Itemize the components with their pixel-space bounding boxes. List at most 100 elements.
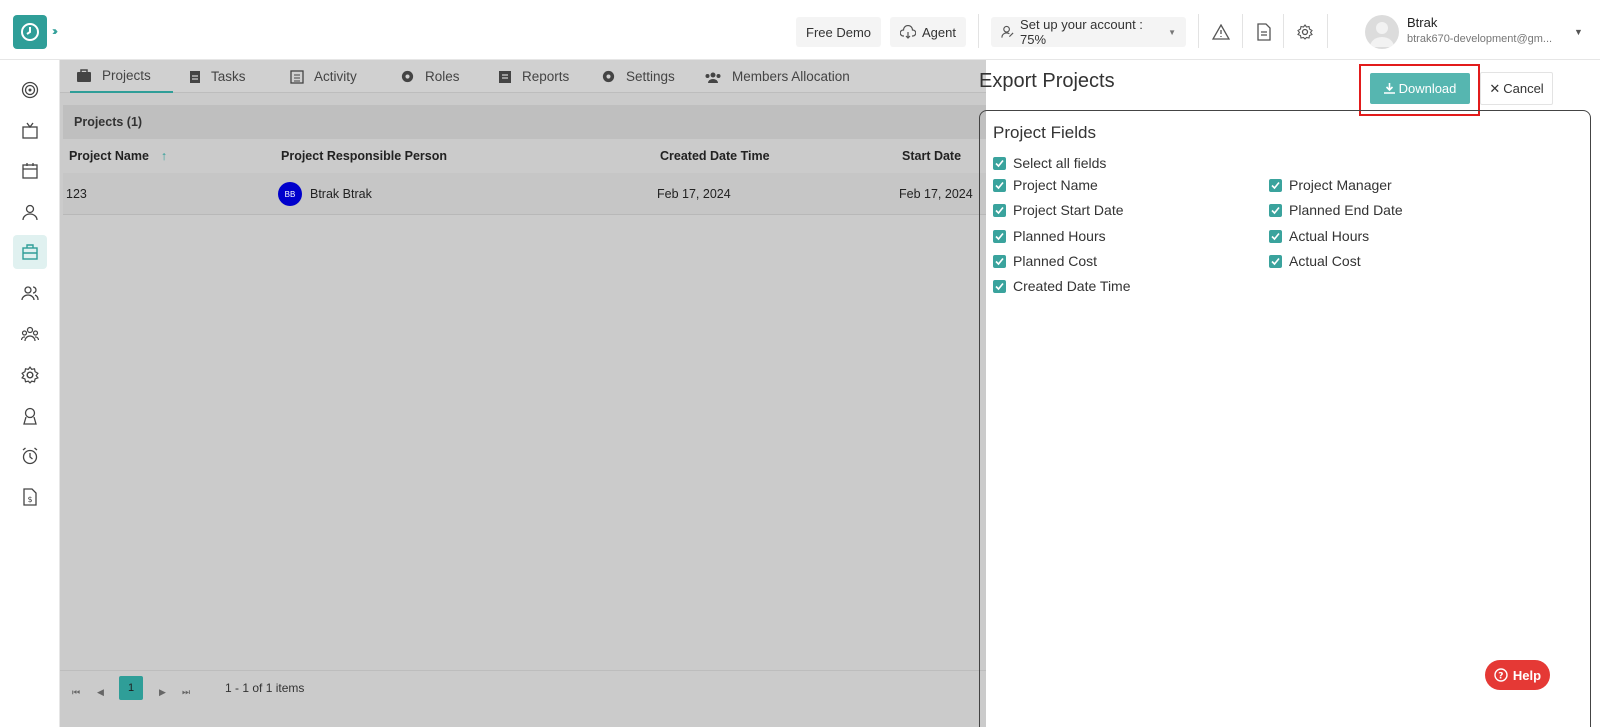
report-icon [498, 70, 512, 84]
cloud-download-icon [900, 25, 916, 39]
sidebar-item-tv[interactable] [13, 114, 47, 148]
check-icon [1269, 203, 1282, 217]
group-icon [21, 326, 39, 342]
page-title: Export Projects [979, 70, 1115, 92]
target-icon [21, 81, 39, 99]
checkbox-project-start-date[interactable]: Project Start Date [993, 202, 1124, 218]
setup-account-dropdown[interactable]: Set up your account : 75% ▼ [991, 17, 1186, 47]
checkbox-project-name[interactable]: Project Name [993, 177, 1098, 193]
check-icon [993, 254, 1006, 268]
column-start-date[interactable]: Start Date [902, 139, 961, 173]
last-page-icon[interactable]: ⏭ [182, 687, 190, 698]
expand-sidebar-icon[interactable]: ››› [52, 24, 58, 38]
sidebar-item-calendar[interactable] [13, 154, 47, 188]
avatar: BB [278, 182, 302, 206]
check-icon [993, 203, 1006, 217]
pager: ⏮ ◀ 1 ▶ ⏭ 1 - 1 of 1 items [60, 670, 986, 727]
checkbox-select-all[interactable]: Select all fields [993, 155, 1106, 171]
check-icon [993, 229, 1006, 243]
previous-page-icon[interactable]: ◀ [97, 687, 104, 698]
check-icon [1269, 229, 1282, 243]
sidebar-item-settings[interactable] [13, 358, 47, 392]
download-icon [1383, 83, 1395, 94]
next-page-icon[interactable]: ▶ [159, 687, 166, 698]
cancel-button[interactable]: ✕ Cancel [1480, 72, 1553, 105]
members-icon [704, 71, 722, 83]
table-row[interactable]: 123 BB Btrak Btrak Feb 17, 2024 Feb 17, … [63, 173, 986, 215]
tab-activity[interactable]: Activity [290, 60, 357, 93]
checkbox-actual-hours[interactable]: Actual Hours [1269, 228, 1369, 244]
avatar[interactable] [1365, 15, 1399, 49]
help-button[interactable]: ? Help [1485, 660, 1550, 690]
sidebar-item-badge[interactable] [13, 399, 47, 433]
checkbox-actual-cost[interactable]: Actual Cost [1269, 253, 1361, 269]
user-menu-caret-icon[interactable]: ▼ [1574, 27, 1583, 37]
sort-ascending-icon: ↑ [160, 149, 168, 163]
sidebar-item-groups[interactable] [13, 317, 47, 351]
cog-icon [400, 69, 415, 84]
sidebar-item-user[interactable] [13, 195, 47, 229]
sidebar-item-projects[interactable] [13, 235, 47, 269]
user-email: btrak670-development@gm... [1407, 33, 1553, 45]
cell-start-date: Feb 17, 2024 [899, 187, 973, 201]
sidebar-item-timer[interactable] [13, 439, 47, 473]
user-setup-icon [1001, 25, 1014, 38]
check-icon [1269, 178, 1282, 192]
checkbox-planned-hours[interactable]: Planned Hours [993, 228, 1106, 244]
checkbox-project-manager[interactable]: Project Manager [1269, 177, 1392, 193]
download-button[interactable]: Download [1370, 73, 1470, 104]
page-number-button[interactable]: 1 [119, 676, 143, 700]
sidebar-item-invoices[interactable]: $ [13, 480, 47, 514]
alarm-clock-icon [22, 447, 38, 465]
settings-cog-icon [601, 69, 616, 84]
sidebar-item-dashboard[interactable] [13, 73, 47, 107]
checkbox-created-date-time[interactable]: Created Date Time [993, 278, 1131, 294]
first-page-icon[interactable]: ⏮ [72, 687, 80, 698]
cell-responsible-person: BB Btrak Btrak [278, 173, 372, 215]
check-icon [993, 279, 1006, 293]
tab-tasks[interactable]: Tasks [189, 60, 246, 93]
invoice-icon: $ [23, 488, 37, 506]
tv-icon [22, 122, 38, 139]
free-demo-button[interactable]: Free Demo [796, 17, 882, 47]
tab-settings[interactable]: Settings [601, 60, 675, 93]
tab-projects[interactable]: Projects [70, 60, 173, 93]
column-responsible-person[interactable]: Project Responsible Person [281, 139, 447, 173]
list-icon [290, 69, 304, 84]
cell-project-name[interactable]: 123 [66, 173, 87, 215]
column-created-date[interactable]: Created Date Time [660, 139, 770, 173]
svg-text:?: ? [1498, 672, 1503, 682]
settings-gear-icon[interactable] [1295, 22, 1315, 42]
check-icon [1269, 254, 1282, 268]
users-icon [21, 286, 39, 301]
chevron-down-icon: ▼ [1168, 27, 1176, 37]
app-logo[interactable] [13, 15, 47, 49]
project-tabs: Projects Tasks Activity Roles Reports Se… [60, 60, 986, 93]
tab-roles[interactable]: Roles [400, 60, 460, 93]
briefcase-icon [22, 244, 38, 260]
check-icon [993, 178, 1006, 192]
projects-main-area: Projects Tasks Activity Roles Reports Se… [60, 60, 986, 727]
projects-grid: Projects (1) Project Name ↑ Project Resp… [63, 105, 986, 268]
grid-header: Projects (1) [63, 105, 986, 139]
calendar-icon [22, 163, 38, 179]
warning-icon[interactable] [1211, 22, 1231, 42]
checkbox-planned-cost[interactable]: Planned Cost [993, 253, 1097, 269]
user-name: Btrak [1407, 15, 1438, 30]
checkbox-planned-end-date[interactable]: Planned End Date [1269, 202, 1403, 218]
sidebar: $ [0, 60, 60, 727]
help-circle-icon: ? [1494, 668, 1508, 682]
document-icon[interactable] [1254, 22, 1274, 42]
sidebar-item-team[interactable] [13, 276, 47, 310]
tab-members-allocation[interactable]: Members Allocation [704, 60, 850, 93]
clipboard-icon [189, 69, 201, 84]
fields-title: Project Fields [993, 123, 1096, 142]
cell-created-date: Feb 17, 2024 [657, 187, 731, 201]
pager-summary: 1 - 1 of 1 items [225, 681, 305, 695]
agent-button[interactable]: Agent [890, 17, 966, 47]
column-project-name[interactable]: Project Name ↑ [69, 139, 167, 173]
gear-icon [21, 366, 39, 384]
svg-text:$: $ [28, 495, 33, 504]
tab-reports[interactable]: Reports [498, 60, 569, 93]
top-bar: ››› Free Demo Agent Set up your account … [0, 0, 1600, 60]
